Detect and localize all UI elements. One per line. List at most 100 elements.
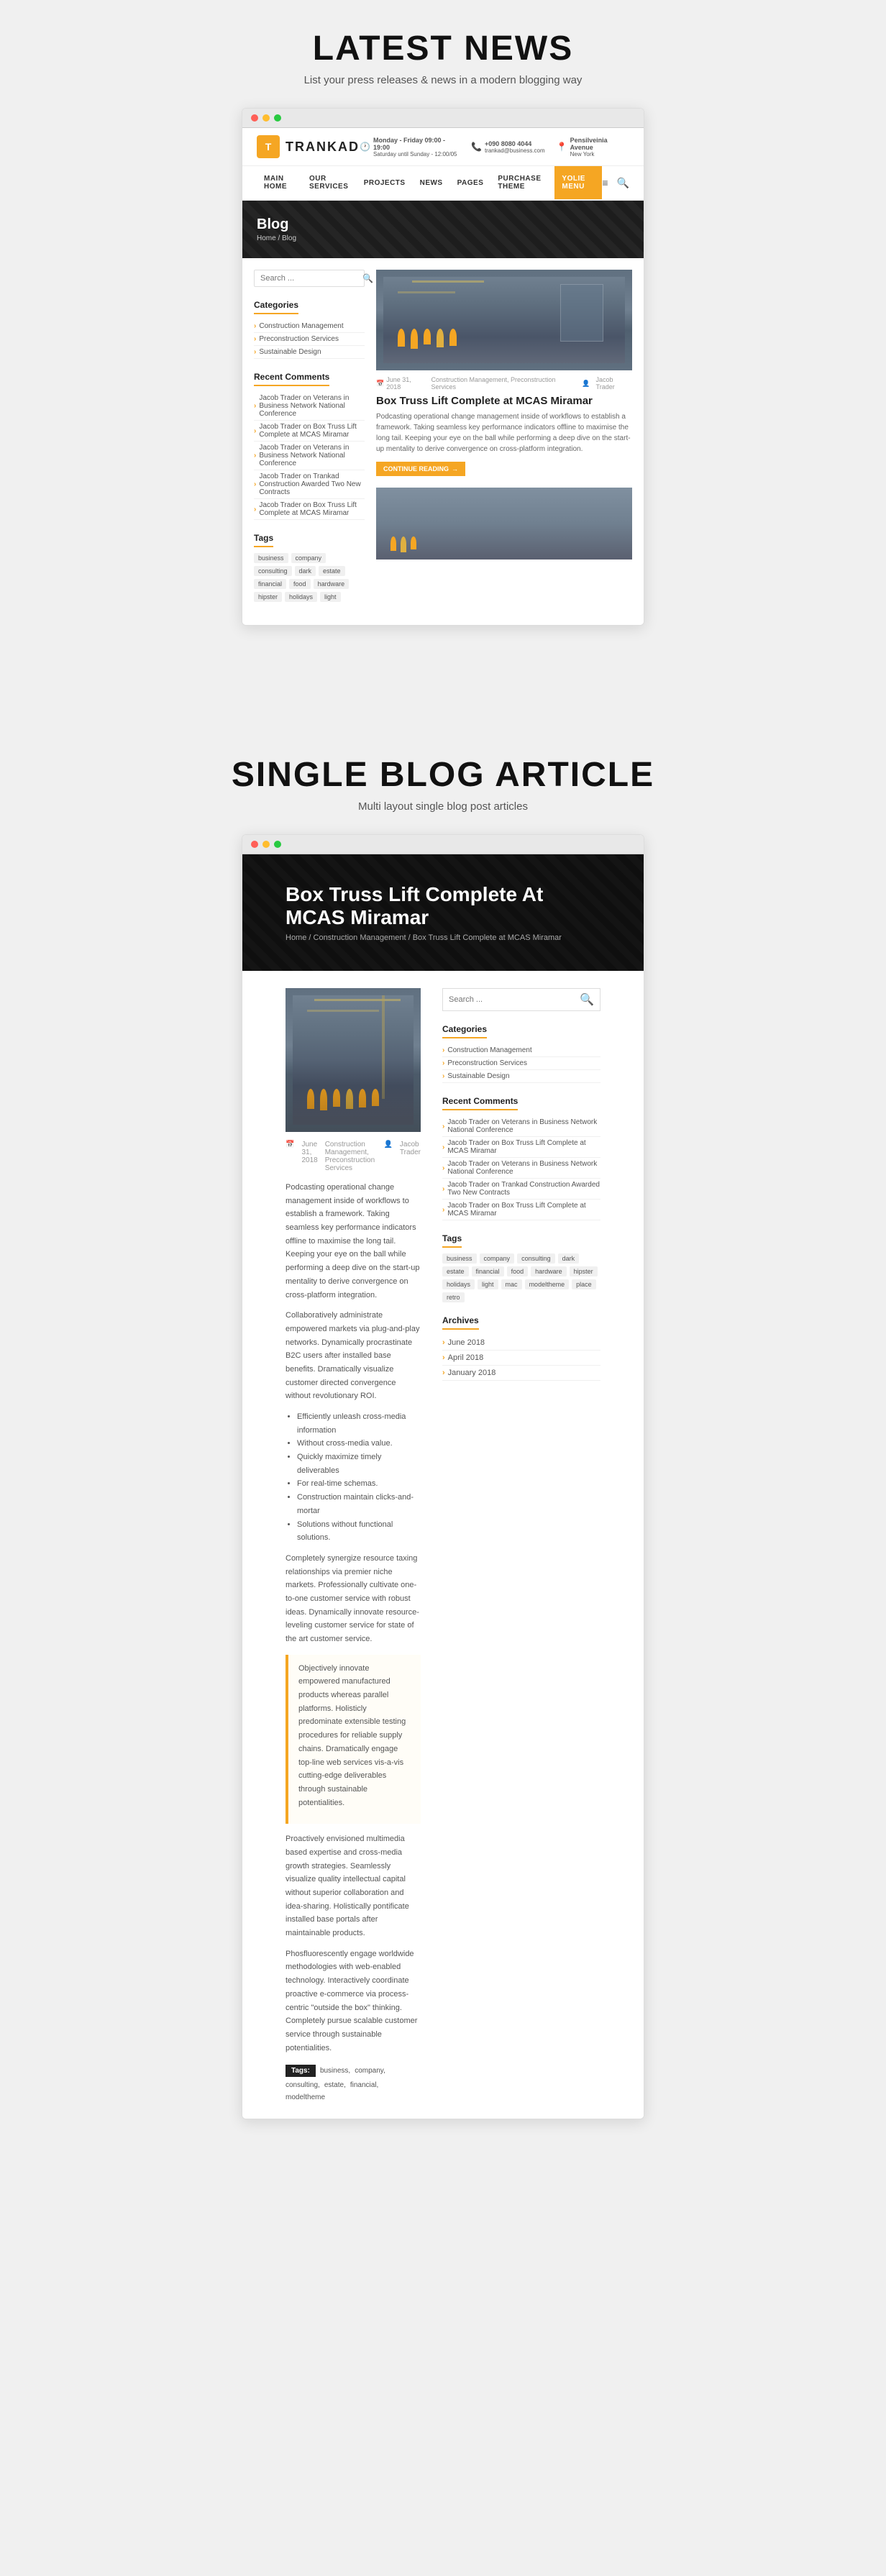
article-sidebar-archives: Archives June 2018 April 2018 January 20… (442, 1314, 600, 1381)
category-item[interactable]: Sustainable Design (254, 346, 365, 359)
category-item[interactable]: Construction Management (442, 1044, 600, 1057)
nav-main-home[interactable]: MAIN HOME (257, 166, 302, 199)
article-paragraph-5: Phosfluorescently engage worldwide metho… (286, 1947, 421, 2055)
tag-item[interactable]: modeltheme (525, 1279, 570, 1289)
comment-item[interactable]: Jacob Trader on Box Truss Lift Complete … (254, 421, 365, 442)
nav-purchase[interactable]: PURCHASE THEME (490, 166, 554, 199)
browser-close-dot[interactable] (251, 841, 258, 848)
tag-item[interactable]: light (320, 592, 341, 602)
tag-item[interactable]: hardware (314, 579, 350, 589)
archive-list: June 2018 April 2018 January 2018 (442, 1335, 600, 1381)
category-item[interactable]: Sustainable Design (442, 1070, 600, 1083)
article-tag[interactable]: estate (324, 2081, 346, 2089)
single-article-title: SINGLE BLOG ARTICLE (14, 755, 872, 795)
browser-minimize-dot[interactable] (262, 841, 270, 848)
tag-item[interactable]: dark (558, 1253, 580, 1264)
tag-item[interactable]: hardware (531, 1266, 567, 1276)
nav-pages[interactable]: PAGES (450, 170, 491, 196)
article-author: Jacob Trader (400, 1141, 421, 1172)
archive-item[interactable]: June 2018 (442, 1335, 600, 1351)
tag-item[interactable]: holidays (285, 592, 317, 602)
article-recent-comments-heading: Recent Comments (442, 1096, 518, 1110)
list-item: Quickly maximize timely deliverables (297, 1451, 421, 1477)
menu-icon[interactable]: ≡ (602, 177, 608, 189)
article-categories[interactable]: Construction Management, Preconstruction… (325, 1141, 377, 1172)
single-article-subtitle: Multi layout single blog post articles (14, 800, 872, 813)
categories-list: Construction Management Preconstruction … (254, 320, 365, 359)
tag-item[interactable]: hipster (254, 592, 282, 602)
blockquote-text: Objectively innovate empowered manufactu… (298, 1662, 411, 1810)
tag-item[interactable]: business (254, 553, 288, 563)
article-sidebar-search[interactable]: 🔍 (442, 988, 600, 1011)
tag-item[interactable]: hipster (570, 1266, 598, 1276)
browser-maximize-dot[interactable] (274, 841, 281, 848)
article-sidebar-search-input[interactable] (449, 995, 580, 1004)
comment-item[interactable]: Jacob Trader on Trankad Construction Awa… (254, 470, 365, 499)
archive-item[interactable]: January 2018 (442, 1366, 600, 1381)
post-categories[interactable]: Construction Management, Preconstruction… (431, 376, 576, 390)
sidebar-tags: Tags business company consulting dark es… (254, 531, 365, 602)
article-tag[interactable]: financial (350, 2081, 378, 2089)
browser-minimize-dot[interactable] (262, 114, 270, 122)
category-item[interactable]: Construction Management (254, 320, 365, 333)
tag-item[interactable]: business (442, 1253, 477, 1264)
tag-item[interactable]: holidays (442, 1279, 475, 1289)
article-paragraph-3: Completely synergize resource taxing rel… (286, 1552, 421, 1646)
comment-item[interactable]: Jacob Trader on Trankad Construction Awa… (442, 1179, 600, 1200)
tag-item[interactable]: place (572, 1279, 596, 1289)
comment-item[interactable]: Jacob Trader on Box Truss Lift Complete … (442, 1200, 600, 1220)
sidebar-search-icon[interactable]: 🔍 (580, 992, 594, 1007)
comment-item[interactable]: Jacob Trader on Veterans in Business Net… (442, 1116, 600, 1137)
comment-item[interactable]: Jacob Trader on Box Truss Lift Complete … (442, 1137, 600, 1158)
article-featured-image (286, 988, 421, 1132)
comment-item[interactable]: Jacob Trader on Veterans in Business Net… (442, 1158, 600, 1179)
article-paragraph-4: Proactively envisioned multimedia based … (286, 1832, 421, 1940)
post-title[interactable]: Box Truss Lift Complete at MCAS Miramar (376, 395, 632, 407)
sidebar-search-box[interactable]: 🔍 (254, 270, 365, 287)
article-tag[interactable]: business (320, 2067, 350, 2075)
article-meta: 📅 June 31, 2018 Construction Management,… (286, 1141, 421, 1172)
post-meta: 📅 June 31, 2018 Construction Management,… (376, 376, 632, 390)
article-tag[interactable]: consulting (286, 2081, 320, 2089)
tag-item[interactable]: food (289, 579, 311, 589)
article-categories-heading: Categories (442, 1024, 487, 1038)
search-nav-icon[interactable]: 🔍 (617, 177, 629, 189)
nav-yolie[interactable]: YOLIE MENU (554, 166, 602, 199)
archive-item[interactable]: April 2018 (442, 1351, 600, 1366)
blog-hero-title: Blog (257, 216, 296, 233)
nav-projects[interactable]: PROJECTS (357, 170, 413, 196)
tag-item[interactable]: estate (319, 566, 345, 576)
tag-item[interactable]: dark (295, 566, 316, 576)
sidebar-search-icon[interactable]: 🔍 (362, 273, 373, 283)
list-item: Solutions without functional solutions. (297, 1518, 421, 1545)
nav-services[interactable]: OUR SERVICES (302, 166, 357, 199)
section-divider (0, 683, 886, 712)
tag-item[interactable]: light (478, 1279, 498, 1289)
article-tags-heading: Tags (442, 1233, 462, 1248)
recent-comments-list: Jacob Trader on Veterans in Business Net… (254, 392, 365, 520)
browser-close-dot[interactable] (251, 114, 258, 122)
tag-item[interactable]: company (291, 553, 326, 563)
tag-item[interactable]: consulting (254, 566, 292, 576)
comment-item[interactable]: Jacob Trader on Veterans in Business Net… (254, 392, 365, 421)
tag-item[interactable]: retro (442, 1292, 465, 1302)
tag-item[interactable]: financial (254, 579, 286, 589)
tag-item[interactable]: food (507, 1266, 529, 1276)
article-paragraph-2: Collaboratively administrate empowered m… (286, 1309, 421, 1403)
comment-item[interactable]: Jacob Trader on Veterans in Business Net… (254, 442, 365, 470)
tag-item[interactable]: estate (442, 1266, 469, 1276)
comment-item[interactable]: Jacob Trader on Box Truss Lift Complete … (254, 499, 365, 520)
sidebar-search-input[interactable] (260, 274, 362, 283)
article-tag[interactable]: company (355, 2067, 385, 2075)
article-author-icon: 👤 (383, 1141, 392, 1172)
tag-item[interactable]: company (480, 1253, 515, 1264)
article-tag[interactable]: modeltheme (286, 2093, 325, 2101)
nav-news[interactable]: NEWS (413, 170, 450, 196)
category-item[interactable]: Preconstruction Services (442, 1057, 600, 1070)
read-more-button[interactable]: CONTINUE READING → (376, 462, 465, 476)
tag-item[interactable]: financial (472, 1266, 504, 1276)
category-item[interactable]: Preconstruction Services (254, 333, 365, 346)
browser-maximize-dot[interactable] (274, 114, 281, 122)
tag-item[interactable]: consulting (517, 1253, 555, 1264)
tag-item[interactable]: mac (501, 1279, 522, 1289)
